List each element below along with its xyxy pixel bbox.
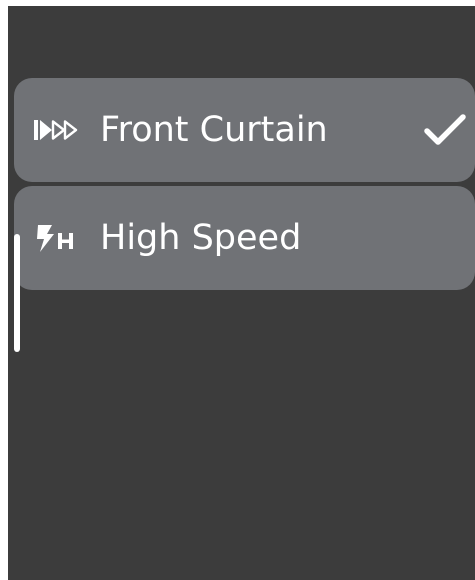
menu-item-high-speed[interactable]: High Speed	[14, 186, 475, 290]
menu-item-label: Front Curtain	[100, 110, 328, 150]
screen-frame: Front Curtain High Speed	[0, 0, 475, 580]
flash-mode-menu: Front Curtain High Speed	[8, 6, 475, 580]
menu-item-label: High Speed	[100, 218, 302, 258]
checkmark-icon	[424, 114, 466, 145]
front-curtain-sync-icon	[34, 120, 78, 140]
high-speed-flash-icon	[37, 225, 73, 252]
scrollbar[interactable]	[14, 234, 20, 352]
menu-item-front-curtain[interactable]: Front Curtain	[14, 78, 475, 182]
